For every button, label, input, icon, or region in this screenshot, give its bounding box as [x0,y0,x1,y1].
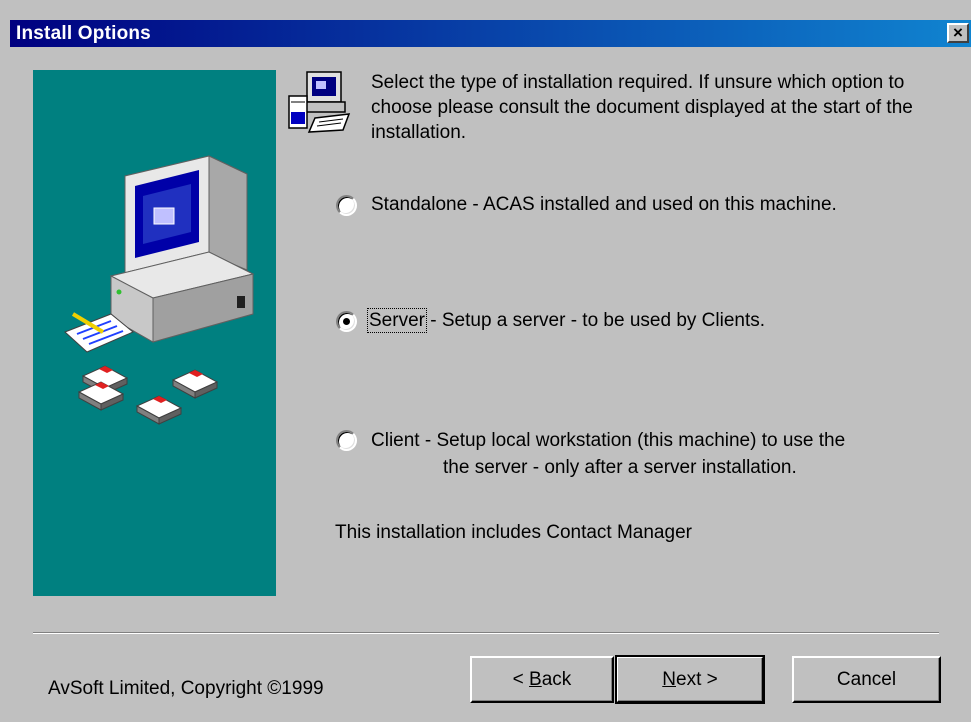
radio-server[interactable] [336,311,357,332]
option-standalone-label[interactable]: Standalone - ACAS installed and used on … [371,193,837,217]
next-button[interactable]: Next > [615,655,765,704]
next-button-mnemonic: N [662,668,676,690]
option-client-label-line2[interactable]: the server - only after a server install… [443,456,797,480]
footer-separator [33,632,939,634]
option-server-focus-label: Server [367,308,427,333]
close-button[interactable]: × [947,23,969,43]
intro-text: Select the type of installation required… [371,72,913,143]
back-button-rest: ack [541,668,572,690]
back-button-prefix: < [512,668,530,690]
back-button-mnemonic: B [529,668,542,690]
title-bar[interactable]: Install Options × [10,20,971,47]
radio-standalone[interactable] [336,195,357,216]
option-server-description: - Setup a server - to be used by Clients… [424,310,766,331]
contact-manager-note: This installation includes Contact Manag… [335,522,692,543]
setup-installer-icon [288,71,351,133]
copyright-text: AvSoft Limited, Copyright ©1999 [48,678,324,699]
side-panel-illustration [33,70,276,596]
option-client-label-line1[interactable]: Client - Setup local workstation (this m… [371,429,845,453]
computer-illustration-icon [64,155,255,425]
cancel-button[interactable]: Cancel [792,656,941,703]
option-server-label[interactable]: Server - Setup a server - to be used by … [367,308,766,333]
next-button-rest: ext > [676,668,718,690]
window-title: Install Options [16,23,151,44]
install-options-dialog: Install Options × Select the type of ins… [0,0,971,722]
radio-selected-dot [343,318,350,325]
radio-client[interactable] [336,430,357,451]
back-button[interactable]: < Back [470,656,614,703]
